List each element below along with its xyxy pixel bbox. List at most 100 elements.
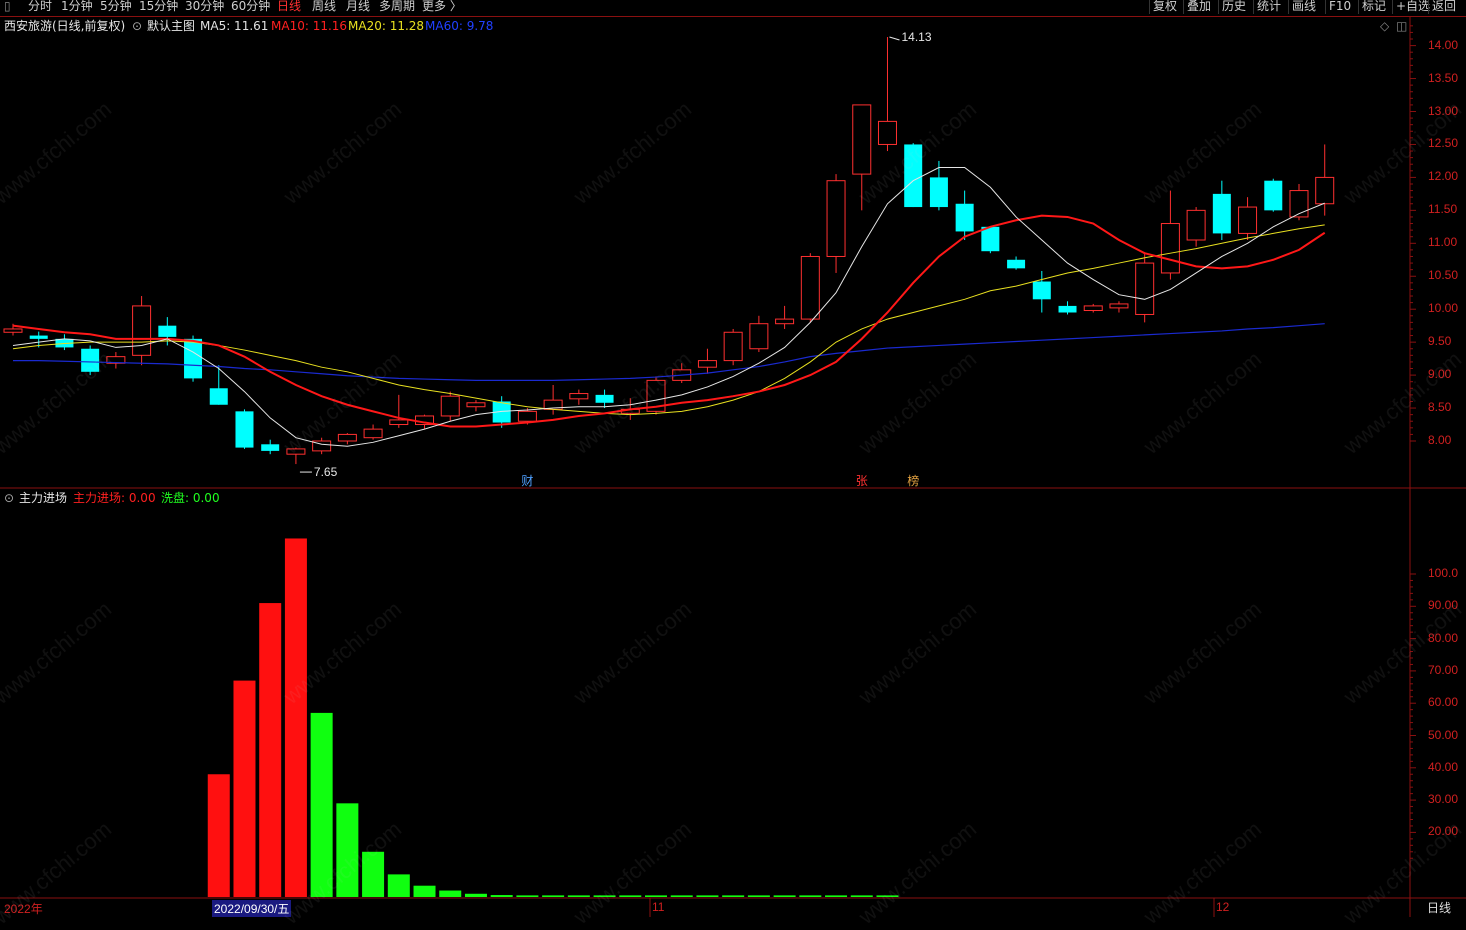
price-tick-label: 8.00 <box>1428 433 1452 447</box>
event-marker: 财 <box>521 474 533 488</box>
period-tab-7[interactable]: 周线 <box>312 0 336 14</box>
sub-bar <box>696 895 719 897</box>
ma20-line <box>12 224 1325 416</box>
price-tick-label: 11.00 <box>1428 235 1458 250</box>
candle-body <box>184 338 203 379</box>
sub-bar <box>542 895 565 897</box>
period-tab-4[interactable]: 30分钟 <box>185 0 224 14</box>
candle-body <box>389 419 409 426</box>
sub-bar <box>464 893 487 897</box>
price-tick-label: 13.00 <box>1428 103 1459 118</box>
sub-bar <box>284 538 307 897</box>
toolbar-separator <box>1288 0 1289 14</box>
period-toolbar: 分时 1分钟 5分钟 15分钟 30分钟 60分钟 日线 周线 月线 多周期 更多 〉 ▯ 复权 叠加历… <box>0 0 1466 16</box>
period-tab-10[interactable]: 更多 〉 <box>422 0 462 14</box>
sub-bar <box>593 895 616 897</box>
toolbar-btn-1[interactable]: 叠加 <box>1187 0 1211 14</box>
candle-body <box>132 305 152 356</box>
toolbar-separator <box>1218 0 1219 14</box>
candle-body <box>1007 259 1026 269</box>
sub-bar <box>645 895 667 897</box>
toolbar-separator <box>1253 0 1254 14</box>
toolbar-separator <box>1325 0 1326 14</box>
toolbar-btn-2[interactable]: 历史 <box>1222 0 1246 14</box>
sub-bar <box>747 895 770 897</box>
sub-tick-label: 70.00 <box>1428 662 1459 677</box>
sub-bar <box>850 895 873 897</box>
period-indicator[interactable]: 日线 <box>1412 899 1466 917</box>
candle-body <box>981 226 1000 252</box>
sub-tick-label: 60.00 <box>1428 695 1459 710</box>
period-tab-6[interactable]: 日线 <box>277 0 301 14</box>
candle-body <box>466 402 486 408</box>
sub-bar <box>207 774 230 897</box>
sub-bar <box>567 895 590 897</box>
toolbar-separator <box>1428 0 1429 14</box>
sub-bar <box>336 803 359 897</box>
price-tick-label: 9.50 <box>1428 334 1452 349</box>
period-tab-3[interactable]: 15分钟 <box>139 0 178 14</box>
period-tab-1[interactable]: 1分钟 <box>61 0 93 14</box>
candle-body <box>261 444 280 451</box>
sub-bar <box>516 895 539 897</box>
toolbar-btn-0[interactable]: 复权 <box>1153 0 1177 14</box>
price-tick-label: 10.00 <box>1428 301 1459 316</box>
toolbar-btn-5[interactable]: F10 <box>1329 0 1351 14</box>
sub-bar <box>670 895 693 897</box>
period-tab-2[interactable]: 5分钟 <box>100 0 132 14</box>
ma10-line <box>12 214 1326 428</box>
candle-body <box>800 255 820 320</box>
candle-body <box>1238 206 1258 234</box>
sub-tick-label: 100.0 <box>1428 566 1459 580</box>
candle-body <box>1212 193 1231 234</box>
toolbar-toggle-icon[interactable]: ▯ <box>4 0 11 14</box>
sub-bar <box>799 895 822 897</box>
candle-body <box>1160 223 1180 274</box>
date-axis-label: 11 <box>652 900 665 914</box>
sub-tick-label: 80.00 <box>1428 630 1459 645</box>
kline-chart[interactable]: 14.13 7.65 财 张 榜 <box>0 16 1466 917</box>
candle-body <box>517 410 537 422</box>
toolbar-btn-3[interactable]: 统计 <box>1257 0 1281 14</box>
toolbar-btn-4[interactable]: 画线 <box>1292 0 1316 14</box>
sub-bar <box>773 895 796 897</box>
candle-body <box>363 428 383 439</box>
price-tick-label: 10.50 <box>1428 268 1459 283</box>
candle-body <box>440 395 460 417</box>
candle-body <box>1315 176 1335 205</box>
period-tab-5[interactable]: 60分钟 <box>231 0 270 14</box>
candle-body <box>1186 209 1206 241</box>
sub-bar <box>619 895 642 897</box>
toolbar-separator <box>1183 0 1184 14</box>
candle-body <box>569 393 589 400</box>
toolbar-btn-6[interactable]: 标记 <box>1362 0 1386 14</box>
price-tick-label: 12.00 <box>1428 169 1459 184</box>
sub-bar <box>310 712 333 897</box>
candle-body <box>1083 305 1103 312</box>
period-tab-8[interactable]: 月线 <box>346 0 370 14</box>
date-axis-label: 12 <box>1216 900 1230 914</box>
candle-body <box>904 144 923 208</box>
price-tick-label: 13.50 <box>1428 70 1459 85</box>
period-tab-9[interactable]: 多周期 <box>379 0 415 14</box>
toolbar-btn-8[interactable]: 返回 <box>1432 0 1456 14</box>
toolbar-separator <box>1358 0 1359 14</box>
candle-body <box>697 360 717 368</box>
toolbar-btn-7[interactable]: +自选 <box>1396 0 1430 14</box>
candle-body <box>852 104 872 175</box>
toolbar-separator <box>1149 0 1150 14</box>
sub-tick-label: 40.00 <box>1428 759 1459 774</box>
candle-body <box>955 203 974 232</box>
sub-tick-label: 20.00 <box>1428 824 1459 839</box>
period-tab-0[interactable]: 分时 <box>28 0 52 14</box>
event-marker: 榜 <box>907 473 919 488</box>
candle-body <box>158 325 177 337</box>
sub-bar <box>876 895 899 897</box>
price-tick-label: 9.00 <box>1428 367 1452 382</box>
high-price-label: 14.13 <box>901 30 931 44</box>
date-axis-label: 2022/09/30/五 <box>212 900 292 917</box>
high-pointer <box>889 36 900 41</box>
sub-bar <box>362 851 385 897</box>
sub-bar <box>233 680 256 897</box>
candle-body <box>929 177 948 208</box>
